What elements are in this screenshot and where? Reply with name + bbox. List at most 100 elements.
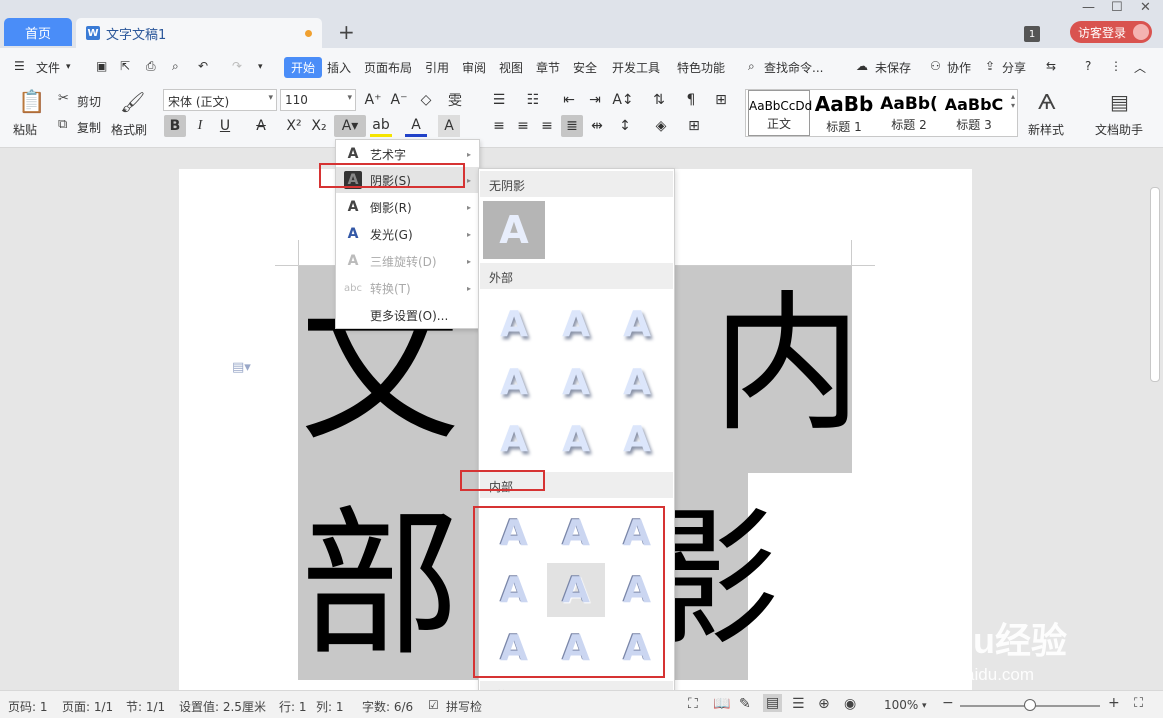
borders-icon[interactable]: ⊞ [683, 115, 705, 137]
undo-icon[interactable]: ↶ [198, 59, 208, 73]
no-shadow-option[interactable]: A [483, 201, 545, 259]
new-tab-button[interactable]: + [338, 20, 355, 44]
outer-shadow-option[interactable]: A [547, 412, 605, 466]
zoom-in-icon[interactable]: + [1108, 695, 1120, 711]
phonetic-icon[interactable]: 雯 [444, 89, 466, 111]
outer-shadow-option[interactable]: A [547, 297, 605, 351]
save-icon[interactable]: ▣ [96, 59, 107, 73]
tab-start[interactable]: 开始 [284, 57, 323, 78]
export-icon[interactable]: ⇱ [120, 59, 130, 73]
menu-item-reflection[interactable]: A 倒影(R) ▸ [336, 194, 479, 220]
align-right-icon[interactable]: ≡ [536, 115, 558, 137]
paste-button[interactable]: 粘贴 [13, 121, 37, 138]
increase-indent-icon[interactable]: ⇥ [584, 89, 606, 111]
login-button[interactable]: 访客登录 [1070, 21, 1152, 43]
status-pages[interactable]: 页面: 1/1 [62, 698, 113, 715]
outer-shadow-option[interactable]: A [608, 355, 666, 409]
italic-button[interactable]: I [189, 115, 211, 137]
style-heading-1[interactable]: AaBb 标题 1 [812, 90, 876, 136]
redo-icon[interactable]: ↷ [232, 59, 242, 73]
style-heading-3[interactable]: AaBbC 标题 3 [942, 90, 1006, 136]
superscript-button[interactable]: X² [283, 115, 305, 137]
outer-shadow-option[interactable]: A [485, 297, 543, 351]
doc-text[interactable]: 内 [712, 290, 862, 440]
print-icon[interactable]: ⎙ [146, 59, 156, 74]
decrease-indent-icon[interactable]: ⇤ [558, 89, 580, 111]
preview-icon[interactable]: ⌕ [172, 59, 179, 74]
zoom-slider-knob[interactable] [1024, 699, 1036, 711]
chevron-down-icon[interactable]: ▾ [66, 62, 71, 72]
font-size-select[interactable]: 110 ▾ [280, 89, 356, 111]
collapse-ribbon-icon[interactable]: ︿ [1134, 59, 1146, 76]
subscript-button[interactable]: X₂ [308, 115, 330, 137]
format-painter-button[interactable]: 格式刷 [111, 121, 147, 138]
text-direction-icon[interactable]: A↕ [612, 89, 634, 111]
menu-item-glow[interactable]: A 发光(G) ▸ [336, 221, 479, 247]
table-icon[interactable]: ⊞ [710, 89, 732, 111]
copy-button[interactable]: 复制 [77, 119, 101, 136]
tab-review[interactable]: 审阅 [462, 59, 486, 76]
share-button[interactable]: 分享 [1002, 59, 1026, 76]
sort-icon[interactable]: ⇅ [648, 89, 670, 111]
tab-page-layout[interactable]: 页面布局 [364, 59, 412, 76]
shading-icon[interactable]: ◈ [650, 115, 672, 137]
zoom-chevron-icon[interactable]: ▾ [922, 701, 927, 711]
outer-shadow-option[interactable]: A [485, 355, 543, 409]
grow-font-icon[interactable]: A⁺ [362, 89, 384, 111]
unsaved-status[interactable]: 未保存 [875, 59, 911, 76]
status-word-count[interactable]: 字数: 6/6 [362, 698, 413, 715]
highlight-icon[interactable]: ab [370, 115, 392, 137]
fit-window-icon[interactable]: ⛶ [1134, 696, 1143, 711]
strikethrough-button[interactable]: A [250, 115, 272, 137]
distribute-icon[interactable]: ⇹ [586, 115, 608, 137]
more-icon[interactable]: ⋮ [1110, 59, 1122, 73]
tab-security[interactable]: 安全 [573, 59, 597, 76]
spellcheck-button[interactable]: 拼写检 [446, 698, 482, 715]
close-icon[interactable]: ✕ [1140, 0, 1151, 15]
command-search[interactable]: 查找命令... [764, 59, 823, 76]
line-spacing-icon[interactable]: ↕ [614, 115, 636, 137]
numbered-list-icon[interactable]: ☷ [522, 89, 544, 111]
help-icon[interactable]: ? [1085, 59, 1091, 73]
align-left-icon[interactable]: ≡ [488, 115, 510, 137]
font-color-icon[interactable]: A [405, 115, 427, 137]
tab-features[interactable]: 特色功能 [677, 59, 725, 76]
tab-references[interactable]: 引用 [425, 59, 449, 76]
minimize-icon[interactable]: — [1082, 0, 1095, 15]
doc-helper-button[interactable]: 文档助手 [1095, 121, 1143, 138]
paragraph-icon[interactable]: ▤▾ [232, 360, 251, 375]
zoom-out-icon[interactable]: − [942, 695, 954, 711]
doc-text[interactable]: 部 [300, 505, 460, 665]
status-page-number[interactable]: 页码: 1 [8, 698, 48, 715]
bullet-list-icon[interactable]: ☰ [488, 89, 510, 111]
eye-protection-icon[interactable]: ◉ [844, 696, 856, 712]
hamburger-icon[interactable]: ☰ [14, 59, 25, 73]
edit-mode-icon[interactable]: ✎ [739, 696, 751, 712]
align-center-icon[interactable]: ≡ [512, 115, 534, 137]
quick-access-chevron-icon[interactable]: ▾ [258, 62, 263, 72]
clipboard-icon[interactable]: 📋 [18, 90, 45, 115]
outer-shadow-option[interactable]: A [547, 355, 605, 409]
style-normal[interactable]: AaBbCcDd 正文 [748, 90, 812, 136]
gallery-scroll-icon[interactable]: ▴ ▾ [1011, 92, 1015, 110]
vertical-scrollbar[interactable] [1150, 187, 1160, 382]
tab-document[interactable]: W 文字文稿1 [76, 18, 322, 48]
menu-item-more-settings[interactable]: 更多设置(O)... [336, 302, 479, 328]
outer-shadow-option[interactable]: A [608, 412, 666, 466]
options-icon[interactable]: ⇆ [1046, 59, 1056, 73]
read-mode-icon[interactable]: 📖 [713, 696, 730, 712]
bold-button[interactable]: B [164, 115, 186, 137]
char-shading-icon[interactable]: A [438, 115, 460, 137]
tab-home[interactable]: 首页 [4, 18, 72, 46]
maximize-icon[interactable]: ☐ [1111, 0, 1123, 15]
collab-button[interactable]: 协作 [947, 59, 971, 76]
tab-view[interactable]: 视图 [499, 59, 523, 76]
text-effects-button[interactable]: A▾ [334, 115, 366, 137]
web-view-icon[interactable]: ⊕ [818, 696, 830, 712]
outline-view-icon[interactable]: ☰ [792, 696, 805, 712]
show-marks-icon[interactable]: ¶ [680, 89, 702, 111]
tab-chapter[interactable]: 章节 [536, 59, 560, 76]
cut-button[interactable]: 剪切 [77, 93, 101, 110]
window-count-badge[interactable]: 1 [1024, 26, 1040, 42]
page-view-icon[interactable]: ▤ [763, 694, 783, 712]
